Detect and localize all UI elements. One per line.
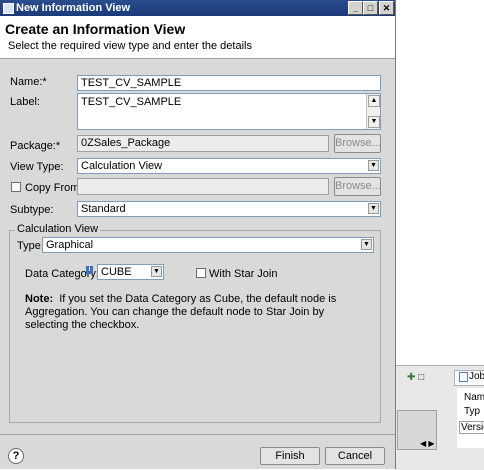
subtype-label: Subtype: [10,204,54,216]
finish-button[interactable]: Finish [260,447,320,465]
copy-from-label: Copy From: [25,182,83,194]
data-category-value: CUBE [101,266,132,278]
bg-row-version: Versio [459,421,484,434]
window-title: New Information View [16,2,131,14]
close-button[interactable]: ✕ [379,1,394,15]
bg-scroll-area[interactable]: ◀ ▶ [397,410,437,450]
chevron-down-icon: ▼ [368,203,379,214]
page-subtitle: Select the required view type and enter … [8,40,252,52]
view-type-value: Calculation View [81,160,163,172]
name-input[interactable]: TEST_CV_SAMPLE [77,75,381,91]
copy-from-checkbox[interactable] [11,182,21,192]
chevron-down-icon: ▼ [361,239,372,250]
calc-type-value: Graphical [46,239,94,251]
copy-from-input[interactable] [77,178,329,195]
data-category-select[interactable]: CUBE ▼ [97,264,164,280]
bg-properties: Nam Typ Versio [457,388,484,448]
minimize-button[interactable]: _ [348,1,363,15]
note-label: Note: [25,293,54,305]
page-title: Create an Information View [5,21,186,37]
view-type-select[interactable]: Calculation View ▼ [77,158,381,174]
label-scrollbar[interactable]: ▲ ▼ [366,94,380,129]
calc-type-select[interactable]: Graphical ▼ [42,237,374,253]
label-label: Label: [10,96,40,108]
cancel-button[interactable]: Cancel [325,447,385,465]
info-icon: i [86,266,93,274]
background-panel [396,0,484,365]
subtype-select[interactable]: Standard ▼ [77,201,381,217]
label-textarea[interactable]: TEST_CV_SAMPLE ▲ ▼ [77,93,381,130]
bg-toolbar-icons: ✚ □ [407,372,425,383]
bg-row-name: Nam [464,392,484,403]
bottom-separator [0,434,395,435]
note-body: If you set the Data Category as Cube, th… [25,293,337,331]
title-bar: New Information View _ □ ✕ [0,0,395,16]
package-browse-button[interactable]: Browse... [334,134,381,153]
copy-from-browse-button[interactable]: Browse... [334,177,381,196]
label-textarea-value: TEST_CV_SAMPLE [81,96,182,108]
chevron-down-icon: ▼ [151,266,162,277]
note-text: Note: If you set the Data Category as Cu… [25,293,370,332]
bg-job-tab-label: Job [469,371,484,382]
calc-type-label: Type: [17,240,44,252]
maximize-button[interactable]: □ [363,1,378,15]
calculation-view-group-title: Calculation View [15,223,101,235]
bg-job-tab[interactable]: Job [454,370,484,386]
star-join-label: With Star Join [209,268,278,280]
chevron-down-icon: ▼ [368,160,379,171]
new-information-view-dialog: New Information View _ □ ✕ Create an Inf… [0,0,396,469]
window-icon [3,3,14,14]
name-label: Name:* [10,76,47,88]
view-type-label: View Type: [10,161,64,173]
bg-row-type: Typ [464,406,481,417]
package-input[interactable]: 0ZSales_Package [77,135,329,152]
package-label: Package:* [10,140,61,152]
wizard-header: Create an Information View Select the re… [0,16,395,59]
help-icon[interactable]: ? [8,448,24,464]
subtype-value: Standard [81,203,126,215]
star-join-checkbox[interactable] [196,268,206,278]
